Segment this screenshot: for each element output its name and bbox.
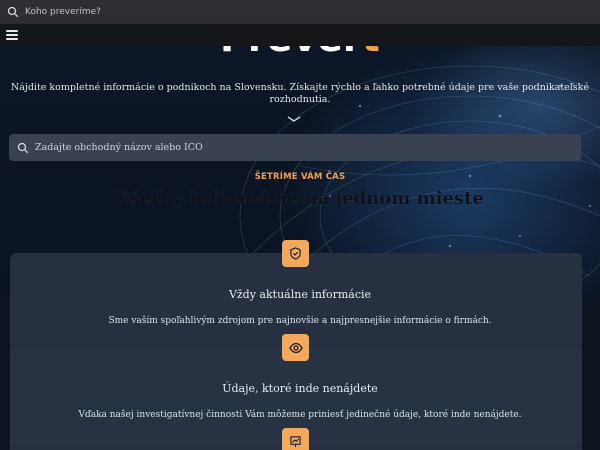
hero-tagline: Nájdite kompletné informácie o podnikoch… xyxy=(10,82,590,105)
feature-description: Vďaka našej investigatívnej činnosti Vám… xyxy=(78,410,522,420)
shield-check-icon xyxy=(282,240,309,267)
company-search-box xyxy=(9,134,581,161)
logo[interactable]: Preverto xyxy=(220,46,380,54)
section-title: Všetky informácie na jednom mieste xyxy=(116,188,484,209)
chart-icon xyxy=(282,428,309,450)
eye-icon xyxy=(282,334,309,361)
feature-description: Sme vaším spoľahlivým zdrojom pre najnov… xyxy=(108,316,492,326)
logo-accent-text: to xyxy=(362,46,380,54)
top-search-bar xyxy=(0,0,600,23)
navbar xyxy=(0,23,600,46)
feature-title: Údaje, ktoré inde nenájdete xyxy=(222,382,378,395)
search-icon xyxy=(17,142,29,154)
hamburger-menu-icon[interactable] xyxy=(6,30,18,40)
chevron-down-icon xyxy=(287,116,301,122)
search-icon xyxy=(7,6,19,18)
company-search-input[interactable] xyxy=(35,142,555,153)
logo-text: Prever xyxy=(220,46,362,54)
top-search-input[interactable] xyxy=(25,6,425,17)
section-eyebrow: ŠETRÍME VÁM ČAS xyxy=(254,172,346,182)
feature-title: Vždy aktuálne informácie xyxy=(228,288,372,301)
